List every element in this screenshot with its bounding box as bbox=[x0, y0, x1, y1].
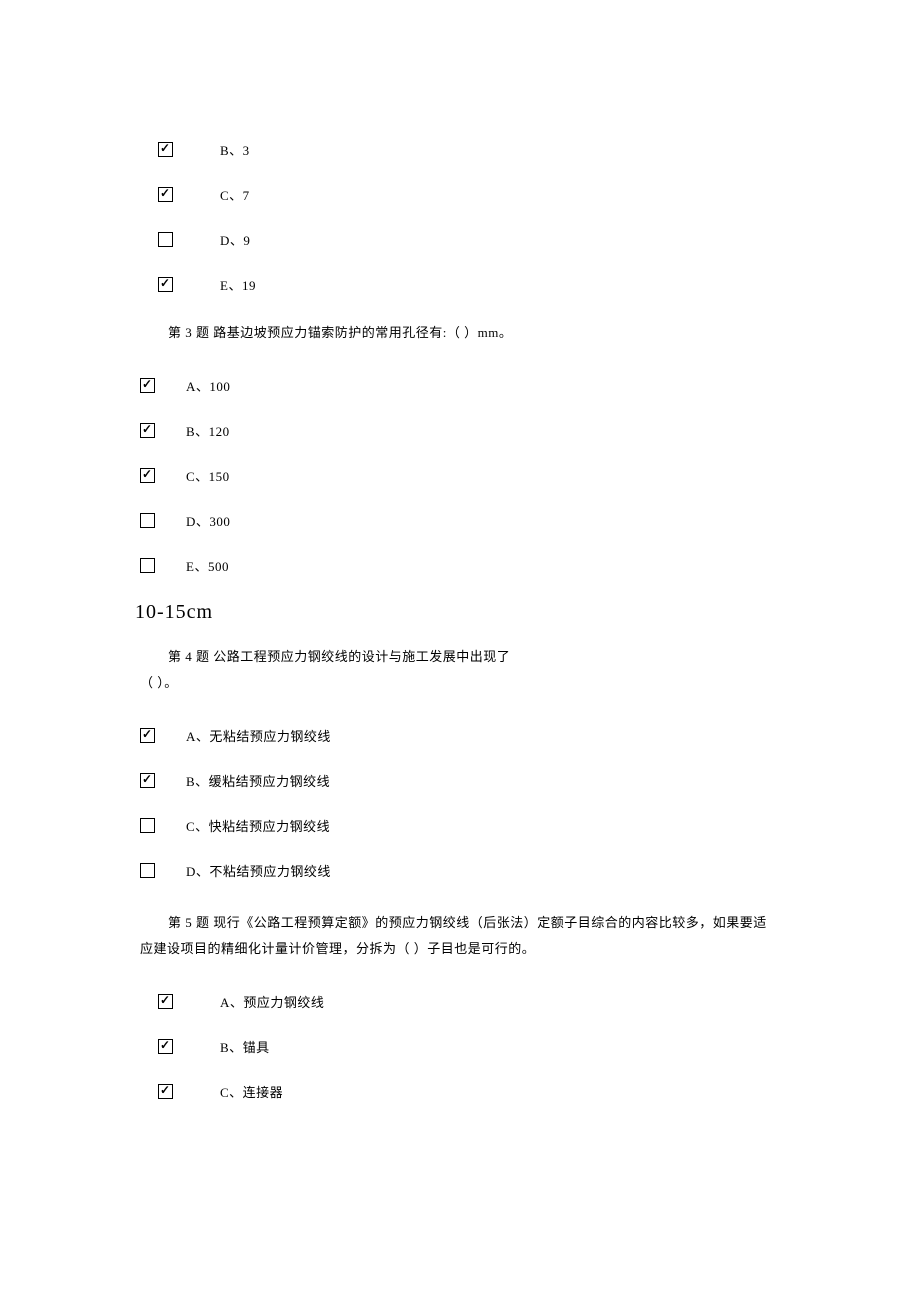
option-row: B、3 bbox=[140, 140, 780, 159]
option-row: C、150 bbox=[140, 466, 780, 485]
option-label: A、无粘结预应力钢绞线 bbox=[186, 726, 331, 745]
option-label: B、3 bbox=[220, 140, 250, 159]
option-label: E、19 bbox=[220, 275, 256, 294]
question-4-text: 第 4 题 公路工程预应力钢绞线的设计与施工发展中出现了 （ ）。 bbox=[140, 644, 780, 696]
option-row: B、120 bbox=[140, 421, 780, 440]
checkbox-icon[interactable] bbox=[140, 863, 155, 878]
option-label: C、快粘结预应力钢绞线 bbox=[186, 816, 330, 835]
option-row: E、19 bbox=[140, 275, 780, 294]
option-row: B、缓粘结预应力钢绞线 bbox=[140, 771, 780, 790]
question-5-options: A、预应力钢绞线 B、锚具 C、连接器 bbox=[140, 992, 780, 1101]
checkbox-icon[interactable] bbox=[158, 1084, 173, 1099]
checkbox-icon[interactable] bbox=[140, 423, 155, 438]
question-4-line1: 第 4 题 公路工程预应力钢绞线的设计与施工发展中出现了 bbox=[140, 644, 780, 670]
checkbox-icon[interactable] bbox=[140, 513, 155, 528]
option-row: D、不粘结预应力钢绞线 bbox=[140, 861, 780, 880]
option-row: C、连接器 bbox=[140, 1082, 780, 1101]
checkbox-icon[interactable] bbox=[140, 378, 155, 393]
option-label: B、缓粘结预应力钢绞线 bbox=[186, 771, 330, 790]
option-row: C、7 bbox=[140, 185, 780, 204]
option-label: E、500 bbox=[186, 556, 229, 575]
checkbox-icon[interactable] bbox=[158, 232, 173, 247]
question-2-options: B、3 C、7 D、9 E、19 bbox=[140, 140, 780, 294]
question-5-text: 第 5 题 现行《公路工程预算定额》的预应力钢绞线（后张法）定额子目综合的内容比… bbox=[140, 910, 780, 962]
option-label: A、预应力钢绞线 bbox=[220, 992, 324, 1011]
question-4-line2: （ ）。 bbox=[140, 670, 780, 696]
checkbox-icon[interactable] bbox=[158, 994, 173, 1009]
option-label: D、不粘结预应力钢绞线 bbox=[186, 861, 331, 880]
option-label: B、120 bbox=[186, 421, 230, 440]
question-3-note: 10-15cm bbox=[135, 601, 780, 624]
checkbox-icon[interactable] bbox=[140, 468, 155, 483]
option-label: C、7 bbox=[220, 185, 250, 204]
option-row: C、快粘结预应力钢绞线 bbox=[140, 816, 780, 835]
checkbox-icon[interactable] bbox=[140, 773, 155, 788]
option-row: D、9 bbox=[140, 230, 780, 249]
option-label: C、连接器 bbox=[220, 1082, 283, 1101]
checkbox-icon[interactable] bbox=[140, 558, 155, 573]
option-row: A、预应力钢绞线 bbox=[140, 992, 780, 1011]
option-row: E、500 bbox=[140, 556, 780, 575]
option-row: B、锚具 bbox=[140, 1037, 780, 1056]
checkbox-icon[interactable] bbox=[140, 818, 155, 833]
checkbox-icon[interactable] bbox=[158, 187, 173, 202]
option-row: A、100 bbox=[140, 376, 780, 395]
option-row: A、无粘结预应力钢绞线 bbox=[140, 726, 780, 745]
option-label: D、9 bbox=[220, 230, 250, 249]
question-4-options: A、无粘结预应力钢绞线 B、缓粘结预应力钢绞线 C、快粘结预应力钢绞线 D、不粘… bbox=[140, 726, 780, 880]
option-label: D、300 bbox=[186, 511, 230, 530]
option-label: A、100 bbox=[186, 376, 230, 395]
checkbox-icon[interactable] bbox=[158, 142, 173, 157]
option-label: C、150 bbox=[186, 466, 230, 485]
option-row: D、300 bbox=[140, 511, 780, 530]
question-3-options: A、100 B、120 C、150 D、300 E、500 bbox=[140, 376, 780, 575]
checkbox-icon[interactable] bbox=[140, 728, 155, 743]
question-3-text: 第 3 题 路基边坡预应力锚索防护的常用孔径有:（ ）mm。 bbox=[140, 320, 780, 346]
option-label: B、锚具 bbox=[220, 1037, 270, 1056]
document-page: B、3 C、7 D、9 E、19 第 3 题 路基边坡预应力锚索防护的常用孔径有… bbox=[0, 0, 920, 1207]
checkbox-icon[interactable] bbox=[158, 1039, 173, 1054]
checkbox-icon[interactable] bbox=[158, 277, 173, 292]
